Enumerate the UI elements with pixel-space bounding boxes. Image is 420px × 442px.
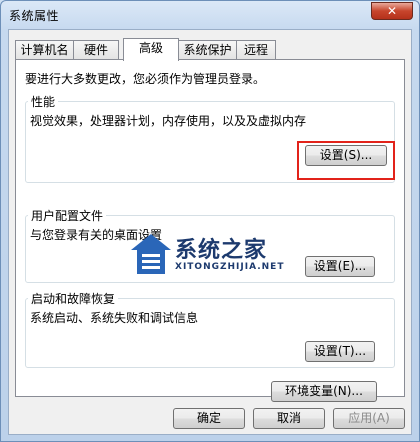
tab-computer-name[interactable]: 计算机名 [15, 40, 74, 59]
user-profiles-group-title: 用户配置文件 [28, 207, 107, 224]
cancel-button[interactable]: 取消 [253, 408, 325, 429]
startup-recovery-group: 启动和故障恢复 系统启动、系统失败和调试信息 设置(T)... [25, 290, 395, 368]
apply-button[interactable]: 应用(A) [333, 408, 405, 429]
environment-variables-button[interactable]: 环境变量(N)... [271, 381, 377, 402]
ok-button[interactable]: 确定 [173, 408, 245, 429]
admin-note: 要进行大多数更改，您必须作为管理员登录。 [25, 72, 266, 86]
title-bar[interactable]: 系统属性 ✕ [1, 1, 419, 29]
performance-group-title: 性能 [28, 93, 59, 110]
watermark-title: 系统之家 [175, 237, 268, 263]
watermark-logo: 系统之家 XITONGZHIJIA.NET [129, 232, 369, 278]
close-button[interactable]: ✕ [371, 2, 413, 20]
advanced-tab-page: 要进行大多数更改，您必须作为管理员登录。 性能 视觉效果，处理器计划，内存使用，… [15, 59, 405, 402]
tab-system-protection[interactable]: 系统保护 [178, 40, 237, 59]
startup-recovery-description: 系统启动、系统失败和调试信息 [30, 311, 199, 325]
tab-remote[interactable]: 远程 [236, 40, 276, 59]
startup-recovery-group-title: 启动和故障恢复 [28, 290, 119, 307]
tab-hardware[interactable]: 硬件 [73, 40, 119, 59]
performance-description: 视觉效果，处理器计划，内存使用，以及及虚拟内存 [30, 114, 307, 128]
dialog-client-area: 计算机名 硬件 高级 系统保护 远程 要进行大多数更改，您必须作为管理员登录。 … [8, 29, 412, 435]
tab-advanced[interactable]: 高级 [123, 38, 179, 61]
highlight-box [297, 141, 395, 180]
window-title: 系统属性 [9, 9, 60, 23]
watermark-house-icon [131, 234, 171, 274]
watermark-subtitle: XITONGZHIJIA.NET [175, 262, 285, 272]
startup-recovery-settings-button[interactable]: 设置(T)... [305, 341, 375, 362]
system-properties-window: 系统属性 ✕ 计算机名 硬件 高级 系统保护 远程 要进行大多数更改，您必须作为… [0, 0, 420, 442]
